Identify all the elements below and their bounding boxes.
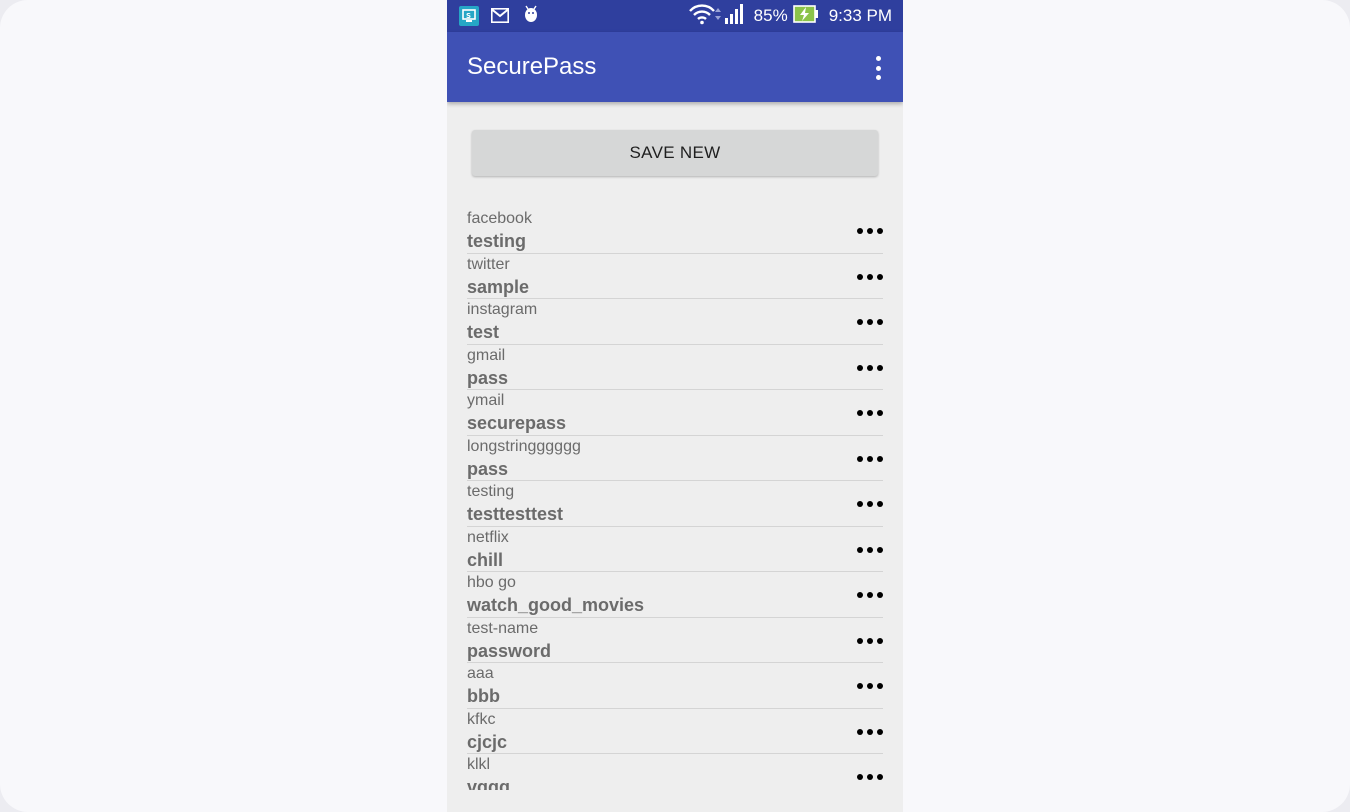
entry-name: netflix bbox=[467, 528, 509, 546]
more-options-icon[interactable] bbox=[857, 592, 883, 598]
entry-password: chill bbox=[467, 549, 504, 570]
more-options-icon[interactable] bbox=[857, 455, 883, 462]
app-notification-icon: S bbox=[459, 6, 479, 31]
menu-dot bbox=[875, 75, 881, 80]
entry-password: pass bbox=[467, 367, 509, 388]
more-options-icon[interactable] bbox=[857, 683, 883, 689]
entry-name: test-name bbox=[467, 619, 539, 637]
entry-password: pass bbox=[467, 458, 509, 479]
list-item[interactable]: ymail securepass bbox=[467, 390, 883, 436]
status-indicators: 85% 9:33 PM bbox=[688, 0, 892, 32]
menu-dot bbox=[875, 65, 881, 71]
entry-name: aaa bbox=[467, 665, 494, 682]
list-item[interactable]: testing testtesttest bbox=[467, 481, 883, 527]
more-options-icon[interactable] bbox=[857, 637, 883, 644]
entry-name: testing bbox=[467, 483, 515, 500]
entry-password: vggg bbox=[467, 777, 510, 790]
list-item[interactable]: instagram test bbox=[467, 299, 883, 345]
save-new-button[interactable]: SAVE NEW bbox=[472, 130, 878, 176]
entry-name: longstringggggg bbox=[467, 437, 581, 455]
app-title: SecurePass bbox=[467, 53, 597, 80]
list-item[interactable]: gmail pass bbox=[467, 345, 883, 390]
more-options-icon[interactable] bbox=[857, 410, 883, 416]
list-item[interactable]: aaa bbb bbox=[467, 663, 883, 709]
clock: 9:33 PM bbox=[828, 6, 892, 25]
list-item[interactable]: longstringggggg pass bbox=[467, 436, 883, 481]
entry-password: sample bbox=[467, 276, 530, 297]
entry-password: watch_good_movies bbox=[467, 595, 645, 615]
svg-text:S: S bbox=[466, 12, 471, 20]
more-options-icon[interactable] bbox=[857, 501, 883, 507]
password-list[interactable]: facebook testing twitter sample instagram tes… bbox=[467, 208, 883, 790]
status-bar: S 85% 9:33 PM bbox=[447, 0, 903, 32]
entry-password: testing bbox=[467, 231, 527, 251]
list-item[interactable]: kfkc cjcjc bbox=[467, 709, 883, 754]
wifi-icon bbox=[688, 3, 722, 30]
list-item[interactable]: klkl vggg bbox=[467, 754, 883, 790]
entry-name: hbo go bbox=[467, 574, 516, 591]
phone-screen: S 85% 9:33 PM SecurePass SAVE NEW facebo… bbox=[447, 0, 903, 812]
list-item[interactable]: test-name password bbox=[467, 618, 883, 663]
entry-password: testtesttest bbox=[467, 504, 564, 524]
entry-name: facebook bbox=[467, 210, 532, 227]
entry-name: kfkc bbox=[467, 710, 496, 728]
more-options-icon[interactable] bbox=[857, 546, 883, 553]
android-debug-icon bbox=[523, 5, 539, 30]
entry-password: password bbox=[467, 640, 552, 661]
entry-password: cjcjc bbox=[467, 731, 508, 752]
menu-dot bbox=[875, 56, 881, 61]
screenshot-frame: S 85% 9:33 PM SecurePass SAVE NEW facebo… bbox=[0, 0, 1350, 812]
list-item[interactable]: hbo go watch_good_movies bbox=[467, 572, 883, 618]
entry-name: ymail bbox=[467, 392, 505, 409]
battery-percent: 85% bbox=[753, 6, 788, 25]
list-item[interactable]: twitter sample bbox=[467, 254, 883, 299]
more-options-icon[interactable] bbox=[857, 364, 883, 371]
overflow-menu-icon[interactable] bbox=[873, 56, 883, 80]
entry-name: gmail bbox=[467, 346, 506, 364]
gmail-icon bbox=[491, 8, 509, 28]
entry-password: securepass bbox=[467, 413, 567, 433]
entry-name: twitter bbox=[467, 255, 510, 273]
more-options-icon[interactable] bbox=[857, 273, 883, 280]
entry-name: klkl bbox=[467, 756, 491, 773]
more-options-icon[interactable] bbox=[857, 319, 883, 325]
battery-charging-icon bbox=[792, 4, 819, 28]
list-item[interactable]: netflix chill bbox=[467, 527, 883, 572]
list-item[interactable]: facebook testing bbox=[467, 208, 883, 254]
signal-icon bbox=[724, 3, 746, 29]
more-options-icon[interactable] bbox=[857, 774, 883, 780]
entry-name: instagram bbox=[467, 301, 538, 318]
app-bar: SecurePass bbox=[447, 32, 903, 102]
more-options-icon[interactable] bbox=[857, 228, 883, 234]
entry-password: test bbox=[467, 322, 500, 342]
entry-password: bbb bbox=[467, 686, 500, 706]
more-options-icon[interactable] bbox=[857, 728, 883, 735]
